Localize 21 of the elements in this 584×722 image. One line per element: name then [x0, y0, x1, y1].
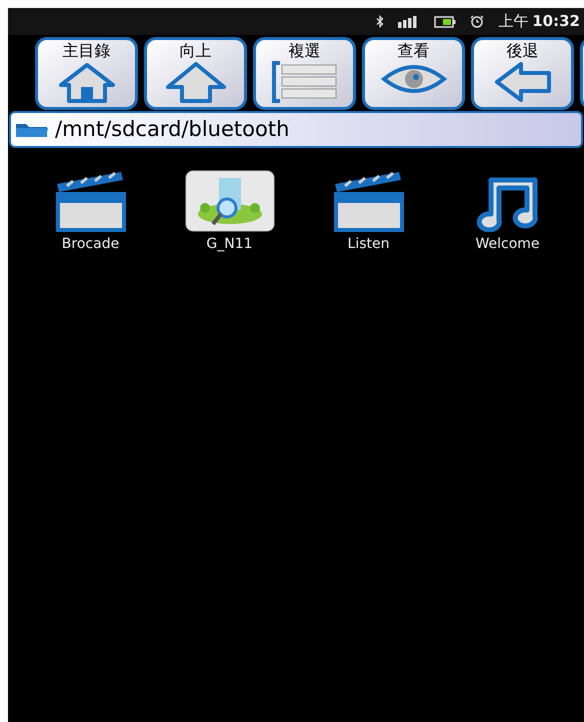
list-icon: [270, 60, 340, 102]
file-name[interactable]: G_N11: [206, 234, 253, 255]
file-name[interactable]: Welcome: [475, 234, 540, 255]
house-icon: [56, 60, 116, 102]
time-period: 上午: [498, 11, 528, 32]
toolbar-button[interactable]: 複選: [253, 36, 356, 110]
path-text: /mnt/sdcard/bluetooth: [55, 116, 290, 143]
up-arrow-icon: [164, 60, 228, 102]
toolbar-button[interactable]: 後退: [471, 36, 574, 110]
toolbar-button[interactable]: 查看: [362, 36, 465, 110]
toolbar-button[interactable]: 主目錄: [35, 36, 138, 110]
file-name[interactable]: Brocade: [62, 234, 120, 255]
left-arrow-icon: [492, 60, 552, 102]
toolbar-button[interactable]: 向上: [144, 36, 247, 110]
battery-icon: [434, 16, 456, 28]
map-search-app-icon: [184, 170, 274, 232]
file-name[interactable]: Listen: [348, 234, 390, 255]
bluetooth-icon: [376, 15, 384, 28]
alarm-clock-icon: [470, 15, 484, 28]
folder-icon: [15, 122, 49, 138]
clock-time: 10:32: [532, 11, 580, 32]
